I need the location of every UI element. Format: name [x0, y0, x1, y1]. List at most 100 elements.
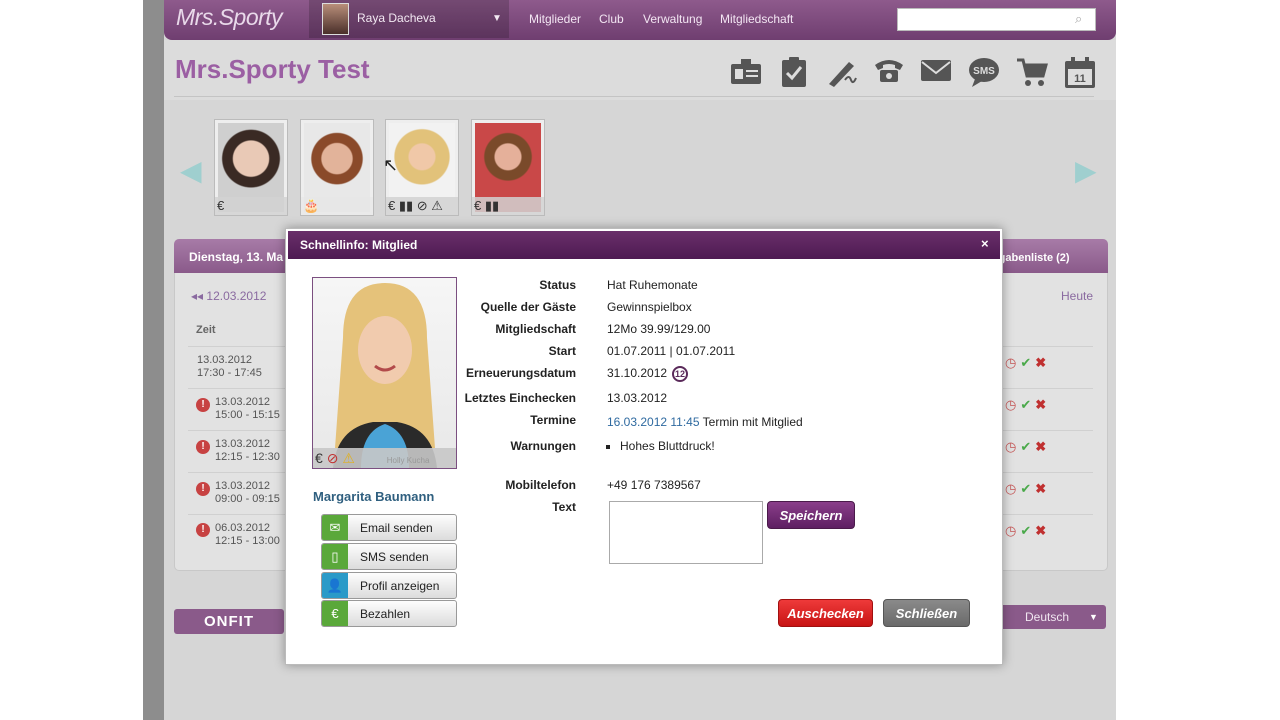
delete-icon[interactable]: ✖ [1035, 355, 1046, 370]
carousel-prev-icon[interactable]: ◀ [180, 154, 202, 187]
note-textarea[interactable] [609, 501, 763, 564]
photo-status-icons: € ⊘ ⚠ Holly Kucha [313, 448, 456, 468]
photo-watermark: Holly Kucha [386, 456, 430, 465]
renewal-value: 31.10.2012 12 [607, 366, 689, 382]
carousel-next-icon[interactable]: ▶ [1075, 154, 1097, 187]
member-name: Margarita Baumann [313, 489, 435, 504]
thumbnail-status-icons: € ▮▮ [472, 197, 544, 215]
member-card-icon[interactable] [728, 56, 764, 92]
start-label: Start [548, 344, 576, 358]
months-badge: 12 [672, 366, 689, 382]
last-checkin-label: Letztes Einchecken [464, 391, 576, 405]
check-icon[interactable]: ✔ [1020, 355, 1031, 370]
status-label: Status [539, 278, 576, 292]
clock-icon[interactable]: ◷ [1005, 355, 1016, 370]
previous-day-link[interactable]: ◂◂ 12.03.2012 [191, 289, 266, 303]
renewal-label: Erneuerungsdatum [465, 366, 576, 380]
view-profile-button[interactable]: 👤 Profil anzeigen [321, 572, 457, 599]
save-button[interactable]: Speichern [767, 501, 855, 529]
blocked-icon: ⊘ [326, 450, 339, 466]
warning-icon: ! [196, 482, 210, 496]
status-value: Hat Ruhemonate [607, 278, 698, 292]
clock-icon[interactable]: ◷ [1005, 439, 1016, 454]
row-actions[interactable]: ◷ ✔ ✖ [1005, 439, 1046, 455]
email-icon[interactable] [918, 56, 954, 92]
onfit-logo[interactable]: ONFIT [174, 609, 284, 634]
appointments-label: Termine [530, 413, 576, 427]
calendar-icon[interactable]: 11 [1062, 56, 1098, 92]
clock-icon[interactable]: ◷ [1005, 397, 1016, 412]
check-icon[interactable]: ✔ [1020, 397, 1031, 412]
checklist-icon[interactable] [776, 56, 812, 92]
appointments-value: 16.03.2012 11:45 Termin mit Mitglied [607, 415, 803, 429]
pay-button[interactable]: € Bezahlen [321, 600, 457, 627]
profile-icon: 👤 [322, 573, 348, 598]
user-avatar [322, 3, 349, 35]
sms-icon-label: SMS [973, 66, 995, 77]
thumbnail-status-icons: € [215, 197, 287, 215]
calendar-icon-day: 11 [1074, 73, 1086, 85]
euro-icon: € [322, 601, 348, 626]
appointment-link[interactable]: 16.03.2012 11:45 [607, 415, 700, 429]
clock-icon[interactable]: ◷ [1005, 523, 1016, 538]
mobile-phone-icon: ▯ [322, 544, 348, 569]
guest-source-label: Quelle der Gäste [480, 300, 576, 314]
delete-icon[interactable]: ✖ [1035, 481, 1046, 496]
guest-source-value: Gewinnspielbox [607, 300, 692, 314]
clock-icon[interactable]: ◷ [1005, 481, 1016, 496]
sms-icon[interactable]: SMS [966, 56, 1002, 92]
delete-icon[interactable]: ✖ [1035, 523, 1046, 538]
close-button[interactable]: Schließen [883, 599, 970, 627]
member-photo: € ⊘ ⚠ Holly Kucha [312, 277, 457, 469]
cart-icon[interactable] [1014, 56, 1050, 92]
warning-icon: ! [196, 523, 210, 537]
panel-date-header: Dienstag, 13. Ma [189, 250, 284, 264]
email-send-button[interactable]: ✉ Email senden [321, 514, 457, 541]
nav-mitgliedschaft[interactable]: Mitgliedschaft [720, 12, 793, 26]
tasks-tab[interactable]: fgabenliste (2) [995, 252, 1070, 264]
nav-club[interactable]: Club [599, 12, 624, 26]
app-logo[interactable]: Mrs.Sporty [176, 4, 283, 31]
checkout-button[interactable]: Auschecken [778, 599, 873, 627]
row-date: 13.03.2012 17:30 - 17:45 [197, 354, 262, 379]
warning-icon: ⚠ [342, 450, 355, 466]
delete-icon[interactable]: ✖ [1035, 397, 1046, 412]
check-icon[interactable]: ✔ [1020, 439, 1031, 454]
warning-icon: ! [196, 398, 210, 412]
warning-item: Hohes Bluttdruck! [620, 439, 715, 453]
email-icon: ✉ [322, 515, 348, 540]
member-thumbnail[interactable]: € [214, 119, 288, 216]
warnings-label: Warnungen [510, 439, 576, 453]
search-icon[interactable]: ⌕ [1075, 11, 1082, 27]
delete-icon[interactable]: ✖ [1035, 439, 1046, 454]
close-icon[interactable]: × [981, 236, 989, 251]
row-actions[interactable]: ◷ ✔ ✖ [1005, 481, 1046, 497]
signature-pen-icon[interactable] [824, 56, 860, 92]
nav-mitglieder[interactable]: Mitglieder [529, 12, 581, 26]
chevron-down-icon[interactable]: ▼ [1089, 612, 1098, 622]
row-date: 13.03.2012 15:00 - 15:15 [215, 396, 280, 421]
sms-send-button[interactable]: ▯ SMS senden [321, 543, 457, 570]
check-icon[interactable]: ✔ [1020, 481, 1031, 496]
member-thumbnail[interactable]: 🎂 [300, 119, 374, 216]
thumbnail-status-icons: € ▮▮ ⊘ ⚠ [386, 197, 458, 215]
chevron-down-icon[interactable]: ▼ [492, 13, 502, 24]
column-header-zeit: Zeit [196, 324, 216, 336]
mobile-label: Mobiltelefon [505, 478, 576, 492]
member-thumbnail[interactable]: € ▮▮ [471, 119, 545, 216]
search-input[interactable] [897, 8, 1096, 31]
user-name: Raya Dacheva [357, 11, 436, 25]
warning-icon: ! [196, 440, 210, 454]
nav-verwaltung[interactable]: Verwaltung [643, 12, 702, 26]
today-link[interactable]: Heute [1061, 289, 1093, 303]
row-actions[interactable]: ◷ ✔ ✖ [1005, 523, 1046, 539]
previous-day-date: 12.03.2012 [206, 289, 267, 303]
row-actions[interactable]: ◷ ✔ ✖ [1005, 355, 1046, 371]
page-gutter-right [1116, 0, 1280, 720]
check-icon[interactable]: ✔ [1020, 523, 1031, 538]
mouse-cursor-icon: ↖ [383, 155, 399, 175]
row-actions[interactable]: ◷ ✔ ✖ [1005, 397, 1046, 413]
phone-icon[interactable] [871, 56, 907, 92]
warnings-list: Hohes Bluttdruck! [620, 439, 715, 453]
row-date: 06.03.2012 12:15 - 13:00 [215, 522, 280, 547]
